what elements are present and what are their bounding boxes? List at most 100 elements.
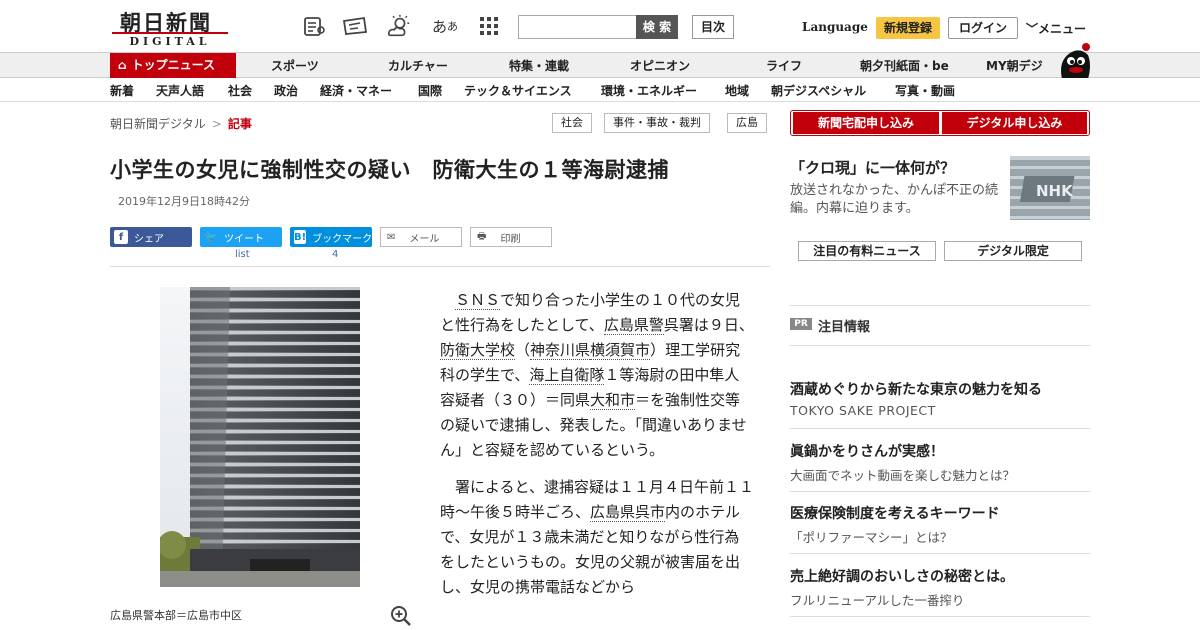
- search-button[interactable]: 検 索: [636, 15, 678, 39]
- zoom-icon[interactable]: [390, 605, 412, 627]
- breadcrumb-home[interactable]: 朝日新聞デジタル: [110, 117, 206, 131]
- search-input[interactable]: [518, 15, 638, 39]
- article-paragraph-2: 署によると、逮捕容疑は１１月４日午前１１時～午後５時半ごろ、広島県呉市内のホテル…: [440, 475, 754, 600]
- keyword-link[interactable]: 防衛大学校: [440, 341, 516, 360]
- article-date: 2019年12月9日18時42分: [118, 195, 250, 208]
- promo-title[interactable]: 「クロ現」に一体何が？: [790, 157, 955, 178]
- nav2-tenseijingo[interactable]: 天声人語: [156, 82, 204, 99]
- pr-item-sub[interactable]: TOKYO SAKE PROJECT: [790, 403, 936, 418]
- menu-label: メニュー: [1038, 22, 1087, 36]
- register-button[interactable]: 新規登録: [876, 17, 940, 39]
- toc-button[interactable]: 目次: [692, 15, 734, 39]
- twitter-share-button[interactable]: 🐦 ツイート: [200, 227, 282, 247]
- print-label: 印刷: [500, 233, 521, 245]
- tag-society[interactable]: 社会: [552, 113, 592, 133]
- nav-item-opinion[interactable]: オピニオン: [630, 57, 690, 74]
- body-text: （: [515, 341, 531, 359]
- article-title: 小学生の女児に強制性交の疑い 防衛大生の１等海尉逮捕: [110, 158, 669, 182]
- nav-item-my-asahi[interactable]: MY朝デジ: [986, 57, 1043, 74]
- nav2-politics[interactable]: 政治: [274, 82, 298, 99]
- nav-item-life[interactable]: ライフ: [766, 57, 802, 74]
- nav2-society[interactable]: 社会: [228, 82, 252, 99]
- article-photo[interactable]: [160, 287, 360, 587]
- hatena-b-icon: B!: [294, 230, 307, 244]
- body-text: 呉署は９日、: [663, 316, 754, 334]
- mail-icon: ✉: [387, 231, 396, 243]
- paid-news-button[interactable]: 注目の有料ニュース: [798, 241, 936, 261]
- site-logo[interactable]: 朝日新聞 DIGITAL: [112, 7, 232, 48]
- paper-flyer-icon[interactable]: [342, 13, 368, 39]
- divider: [790, 553, 1090, 554]
- keyword-link[interactable]: 海上自衛隊: [529, 366, 605, 385]
- digital-only-button[interactable]: デジタル限定: [944, 241, 1082, 261]
- nav2-environment[interactable]: 環境・エネルギー: [601, 82, 697, 99]
- divider: [790, 491, 1090, 492]
- logo-digital: DIGITAL: [112, 32, 228, 48]
- apply-digital-button[interactable]: デジタル申し込み: [942, 112, 1087, 134]
- nav-label: トップニュース: [131, 58, 215, 72]
- nav2-photo[interactable]: 写真・動画: [895, 82, 955, 99]
- nav2-international[interactable]: 国際: [418, 82, 442, 99]
- nav2-tech[interactable]: テック＆サイエンス: [464, 82, 572, 99]
- keyword-link[interactable]: 広島県呉市: [590, 503, 666, 522]
- pr-item-sub[interactable]: 大画面でネット動画を楽しむ魅力とは？: [790, 465, 1015, 484]
- mail-label: メール: [409, 233, 440, 245]
- print-button[interactable]: 🖶 印刷: [470, 227, 552, 247]
- site-header: 朝日新聞 DIGITAL ああ 検 索 目次 Language 新規登録 ログイ…: [0, 0, 1200, 52]
- promo-text[interactable]: 放送されなかった、かんぽ不正の続編。内幕に迫ります。: [790, 182, 1005, 218]
- nav2-local[interactable]: 地域: [725, 82, 749, 99]
- divider: [790, 428, 1090, 429]
- newspaper-icon[interactable]: [301, 13, 327, 39]
- pr-item-sub[interactable]: 「ポリファーマシー」とは？: [790, 527, 953, 546]
- nav-item-top-news[interactable]: ⌂ トップニュース: [110, 53, 236, 78]
- home-icon: ⌂: [118, 58, 127, 72]
- nav-item-sports[interactable]: スポーツ: [271, 57, 319, 74]
- share-label: シェア: [134, 233, 164, 245]
- language-link[interactable]: Language: [802, 20, 868, 34]
- article-paragraph-1: ＳＮＳで知り合った小学生の１０代の女児と性行為をしたとして、広島県警呉署は９日、…: [440, 288, 754, 463]
- tag-hiroshima[interactable]: 広島: [727, 113, 767, 133]
- divider: [110, 266, 770, 267]
- body-text: [440, 291, 455, 309]
- breadcrumb-separator: >: [211, 117, 222, 131]
- divider: [790, 616, 1090, 617]
- pr-item-title[interactable]: 酒蔵めぐりから新たな東京の魅力を知る: [790, 379, 1042, 399]
- keyword-link[interactable]: 広島県警: [603, 316, 664, 335]
- pr-section-title: 注目情報: [818, 320, 871, 335]
- nav-item-culture[interactable]: カルチャー: [388, 57, 448, 74]
- pr-item-title[interactable]: 眞鍋かをりさんが実感！: [790, 441, 944, 461]
- hatena-bookmark-button[interactable]: B! ブックマーク: [290, 227, 372, 247]
- mascot-icon[interactable]: [1056, 41, 1092, 81]
- pr-badge: PR: [790, 318, 812, 330]
- weather-icon[interactable]: [386, 13, 412, 39]
- hatena-count[interactable]: 4: [332, 249, 338, 260]
- nav2-new[interactable]: 新着: [110, 82, 134, 99]
- login-button[interactable]: ログイン: [948, 17, 1018, 39]
- nhk-sign: NHK: [1036, 182, 1074, 200]
- grid-menu-icon[interactable]: [476, 13, 502, 39]
- pr-item-title[interactable]: 売上絶好調のおいしさの秘密とは。: [790, 566, 1014, 586]
- pr-item-title[interactable]: 医療保険制度を考えるキーワード: [790, 503, 1000, 523]
- mail-button[interactable]: ✉ メール: [380, 227, 462, 247]
- twitter-list-link[interactable]: list: [235, 249, 250, 260]
- keyword-link[interactable]: 横須賀市: [590, 341, 651, 360]
- promo-image[interactable]: NHK: [1010, 156, 1090, 220]
- nav2-economy[interactable]: 経済・マネー: [320, 82, 392, 99]
- keyword-link[interactable]: 大和市: [590, 391, 636, 410]
- menu-button[interactable]: ﹀メニュー: [1026, 20, 1086, 37]
- pr-item-sub[interactable]: フルリニューアルした一番搾り: [790, 590, 964, 609]
- breadcrumb: 朝日新聞デジタル > 記事: [110, 115, 252, 132]
- nav2-special[interactable]: 朝デジスペシャル: [771, 82, 866, 99]
- tag-incident[interactable]: 事件・事故・裁判: [604, 113, 710, 133]
- font-size-icon[interactable]: ああ: [432, 13, 458, 39]
- bookmark-label: ブックマーク: [312, 233, 373, 245]
- nav-item-features[interactable]: 特集・連載: [509, 57, 569, 74]
- apply-newspaper-button[interactable]: 新聞宅配申し込み: [793, 112, 939, 134]
- nav-item-paper[interactable]: 朝夕刊紙面・be: [860, 57, 949, 74]
- article-body: ＳＮＳで知り合った小学生の１０代の女児と性行為をしたとして、広島県警呉署は９日、…: [440, 288, 754, 612]
- keyword-link[interactable]: 神奈川県: [530, 341, 591, 360]
- keyword-link[interactable]: ＳＮＳ: [455, 291, 501, 310]
- facebook-share-button[interactable]: f シェア: [110, 227, 192, 247]
- primary-nav: ⌂ トップニュース スポーツ カルチャー 特集・連載 オピニオン ライフ 朝夕刊紙…: [0, 43, 1200, 79]
- divider: [790, 345, 1090, 346]
